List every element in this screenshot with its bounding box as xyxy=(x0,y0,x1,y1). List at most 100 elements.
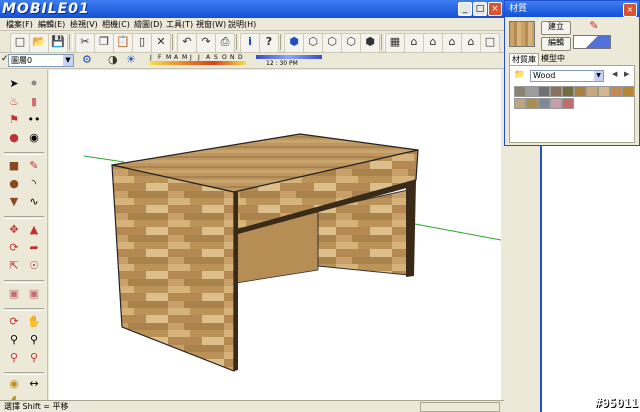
pan-hand-icon[interactable]: ✋ xyxy=(26,314,42,330)
copy-icon[interactable]: ❐ xyxy=(94,33,114,53)
section-plane-icon[interactable]: ▣ xyxy=(26,286,42,302)
material-swatch[interactable] xyxy=(562,86,574,97)
new-file-icon[interactable]: □ xyxy=(10,33,30,53)
open-folder-icon[interactable]: 📂 xyxy=(29,33,49,53)
title-bar[interactable]: MOBILE01 _ □ × xyxy=(0,0,504,18)
circle-icon[interactable]: ● xyxy=(6,176,22,192)
paint-bucket-icon[interactable]: ♨ xyxy=(6,94,22,110)
eraser-icon[interactable]: ▮ xyxy=(26,94,42,110)
minimize-button[interactable]: _ xyxy=(458,2,472,16)
orbit-icon[interactable]: ⟳ xyxy=(6,314,22,330)
material-swatch[interactable] xyxy=(514,86,526,97)
zoom-window-icon[interactable]: ⚲ xyxy=(26,332,42,348)
push-pull-icon[interactable]: ▲ xyxy=(26,222,42,238)
menu-edit[interactable]: 編輯(E) xyxy=(36,18,67,31)
maximize-button[interactable]: □ xyxy=(473,2,487,16)
library-dropdown[interactable]: Wood ▼ xyxy=(530,70,604,82)
material-swatch[interactable] xyxy=(550,98,562,109)
material-swatch[interactable] xyxy=(514,98,526,109)
shadow-time-slider[interactable]: 12 : 30 PM xyxy=(256,54,326,68)
iso-view-icon[interactable]: ⬢ xyxy=(284,33,304,53)
material-swatch[interactable] xyxy=(538,86,550,97)
back-arrow-icon[interactable]: ◀ xyxy=(612,70,617,78)
materials-close-icon[interactable]: × xyxy=(623,3,637,17)
material-swatch[interactable] xyxy=(550,86,562,97)
save-icon[interactable]: 💾 xyxy=(48,33,68,53)
redo-icon[interactable]: ↷ xyxy=(196,33,216,53)
arc-icon[interactable]: ◝ xyxy=(26,176,42,192)
erase-icon[interactable]: ▯ xyxy=(132,33,152,53)
cut-icon[interactable]: ✂ xyxy=(75,33,95,53)
material-swatch[interactable] xyxy=(562,98,574,109)
back-view-icon[interactable]: ⬢ xyxy=(360,33,380,53)
freehand-icon[interactable]: ∿ xyxy=(26,194,42,210)
tab-in-model[interactable]: 模型中 xyxy=(539,53,567,65)
measurements-box[interactable] xyxy=(420,402,500,412)
hidden-line-style-icon[interactable]: ⌂ xyxy=(423,33,443,53)
position-camera-icon[interactable]: ● xyxy=(6,130,22,146)
model-viewport[interactable] xyxy=(49,70,501,400)
shaded-style-icon[interactable]: ⌂ xyxy=(442,33,462,53)
front-view-icon[interactable]: ⬡ xyxy=(322,33,342,53)
rotate-icon[interactable]: ⟳ xyxy=(6,240,22,256)
menu-file[interactable]: 檔案(F) xyxy=(4,18,35,31)
material-swatch[interactable] xyxy=(526,98,538,109)
create-material-button[interactable]: 建立 xyxy=(541,21,571,35)
scale-icon[interactable]: ⇱ xyxy=(6,258,22,274)
dimension-icon[interactable]: ↔ xyxy=(26,376,42,392)
pencil-line-icon[interactable]: ✎ xyxy=(26,158,42,174)
paste-icon[interactable]: 📋 xyxy=(113,33,133,53)
look-around-eye-icon[interactable]: ◉ xyxy=(26,130,42,146)
menu-view[interactable]: 檢視(V) xyxy=(68,18,100,31)
offset-icon[interactable]: ☉ xyxy=(26,258,42,274)
tape-measure-icon[interactable]: ◉ xyxy=(6,376,22,392)
right-view-icon[interactable]: ⬡ xyxy=(341,33,361,53)
menu-tools[interactable]: 工具(T) xyxy=(164,18,195,31)
forward-arrow-icon[interactable]: ▶ xyxy=(624,70,629,78)
month-label: S xyxy=(214,54,218,61)
monochrome-style-icon[interactable]: □ xyxy=(480,33,500,53)
eyedropper-icon[interactable]: ✎ xyxy=(587,19,601,33)
delete-icon[interactable]: ✕ xyxy=(151,33,171,53)
rectangle-icon[interactable]: ■ xyxy=(6,158,22,174)
shadow-month-slider[interactable]: J F M A M J J A S O N D xyxy=(150,54,250,68)
footprints-icon[interactable]: •• xyxy=(26,112,42,128)
close-button[interactable]: × xyxy=(488,2,502,16)
material-swatch[interactable] xyxy=(622,86,634,97)
menu-help[interactable]: 說明(H) xyxy=(226,18,258,31)
print-icon[interactable]: ⎙ xyxy=(215,33,235,53)
model-info-icon[interactable]: i xyxy=(240,33,260,53)
intersect-icon[interactable]: ▣ xyxy=(6,286,22,302)
shadow-settings-icon[interactable]: ☀ xyxy=(126,53,136,66)
follow-me-icon[interactable]: ➦ xyxy=(26,240,42,256)
material-swatch[interactable] xyxy=(598,86,610,97)
undo-icon[interactable]: ↶ xyxy=(177,33,197,53)
select-arrow-icon[interactable]: ➤ xyxy=(6,76,22,92)
layer-manager-icon[interactable]: ⚙ xyxy=(82,53,92,66)
help-icon[interactable]: ? xyxy=(259,33,279,53)
material-swatch[interactable] xyxy=(610,86,622,97)
textured-style-icon[interactable]: ⌂ xyxy=(461,33,481,53)
polygon-icon[interactable]: ▼ xyxy=(6,194,22,210)
zoom-previous-icon[interactable]: ⚲ xyxy=(6,350,22,366)
menu-camera[interactable]: 相機(C) xyxy=(100,18,132,31)
zoom-extents-icon[interactable]: ⚲ xyxy=(26,350,42,366)
wireframe-style-icon[interactable]: ⌂ xyxy=(404,33,424,53)
material-swatch[interactable] xyxy=(586,86,598,97)
default-material-swatch[interactable] xyxy=(573,35,611,49)
walk-icon[interactable]: ⚑ xyxy=(6,112,22,128)
xray-style-icon[interactable]: ▦ xyxy=(385,33,405,53)
make-component-icon[interactable]: ⚫ xyxy=(26,76,42,92)
material-swatch[interactable] xyxy=(526,86,538,97)
material-swatch[interactable] xyxy=(574,86,586,97)
materials-title-bar[interactable]: 材質 × xyxy=(505,1,639,17)
menu-draw[interactable]: 繪圖(D) xyxy=(132,18,164,31)
shadow-toggle-icon[interactable]: ◑ xyxy=(108,53,118,66)
edit-material-button[interactable]: 編輯 xyxy=(541,37,571,51)
menu-window[interactable]: 視窗(W) xyxy=(194,18,228,31)
move-icon[interactable]: ✥ xyxy=(6,222,22,238)
material-swatch[interactable] xyxy=(538,98,550,109)
zoom-icon[interactable]: ⚲ xyxy=(6,332,22,348)
top-view-icon[interactable]: ⬡ xyxy=(303,33,323,53)
layer-dropdown[interactable]: 圖層0 ▼ xyxy=(8,54,74,67)
